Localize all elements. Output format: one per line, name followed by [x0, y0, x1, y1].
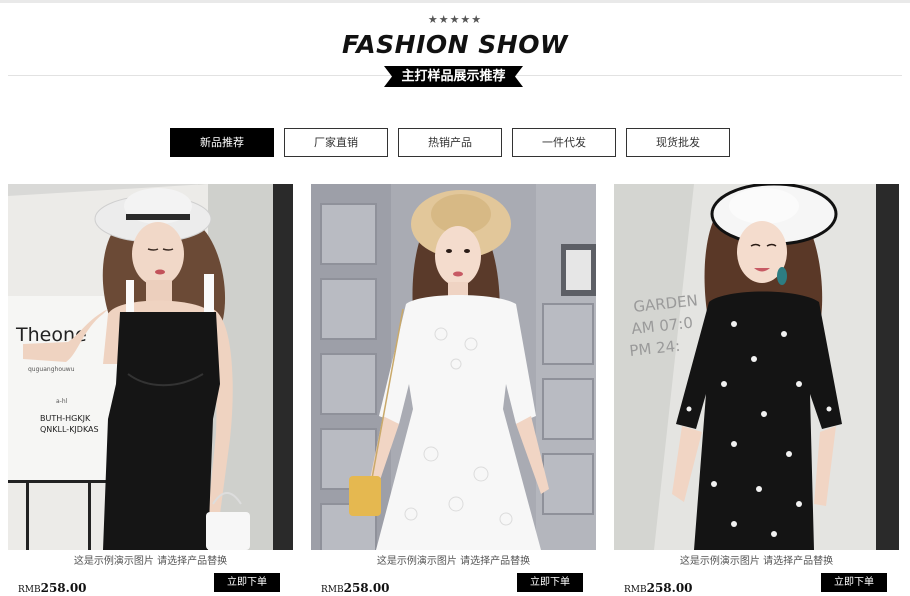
sign-small-text: quguanghouwu: [28, 366, 75, 373]
product-caption: 这是示例演示图片 请选择产品替换: [73, 556, 228, 567]
order-now-button[interactable]: 立即下单: [214, 573, 280, 592]
subtitle-ribbon: 主打样品展示推荐: [384, 66, 523, 87]
section-title: FASHION SHOW: [341, 30, 569, 59]
price-amount: 258.00: [646, 581, 693, 595]
tab-new-products[interactable]: 新品推荐: [170, 128, 274, 157]
price-amount: 258.00: [343, 581, 390, 595]
product-price: RMB258.00: [321, 577, 390, 596]
top-divider: [0, 0, 910, 3]
product-card: 这是示例演示图片 请选择产品替换 RMB258.00 立即下单: [311, 184, 596, 596]
product-card: Theone quguanghouwu a-hl BUTH-HGKJK QNKL…: [8, 184, 293, 596]
tab-hot-products[interactable]: 热销产品: [398, 128, 502, 157]
order-now-button[interactable]: 立即下单: [517, 573, 583, 592]
product-price: RMB258.00: [624, 577, 693, 596]
price-currency: RMB: [321, 585, 344, 595]
sign-line-2: QNKLL-KJDKAS: [40, 425, 99, 434]
price-currency: RMB: [18, 585, 41, 595]
tab-wholesale[interactable]: 现货批发: [626, 128, 730, 157]
product-image[interactable]: Theone quguanghouwu a-hl BUTH-HGKJK QNKL…: [8, 184, 293, 550]
order-now-button[interactable]: 立即下单: [821, 573, 887, 592]
tab-factory-direct[interactable]: 厂家直销: [284, 128, 388, 157]
sign-tiny-text: a-hl: [56, 398, 68, 405]
product-image[interactable]: GARDEN AM 07:0 PM 24:: [614, 184, 899, 550]
star-rating-decoration: ★★★★★: [427, 13, 483, 26]
product-image[interactable]: [311, 184, 596, 550]
product-price: RMB258.00: [18, 577, 87, 596]
sign-line-1: BUTH-HGKJK: [40, 414, 91, 423]
product-caption: 这是示例演示图片 请选择产品替换: [679, 556, 834, 567]
product-caption: 这是示例演示图片 请选择产品替换: [376, 556, 531, 567]
section-subtitle: 主打样品展示推荐: [401, 69, 506, 84]
tab-dropshipping[interactable]: 一件代发: [512, 128, 616, 157]
woman-white-lace-dress-photo: [311, 184, 596, 550]
price-currency: RMB: [624, 585, 647, 595]
woman-black-floral-dress-photo: GARDEN AM 07:0 PM 24:: [614, 184, 899, 550]
price-amount: 258.00: [40, 581, 87, 595]
woman-black-jumpsuit-photo: Theone quguanghouwu a-hl BUTH-HGKJK QNKL…: [8, 184, 293, 550]
product-card: GARDEN AM 07:0 PM 24: 这是示例演示图片 请选择产品替换 R…: [614, 184, 899, 596]
